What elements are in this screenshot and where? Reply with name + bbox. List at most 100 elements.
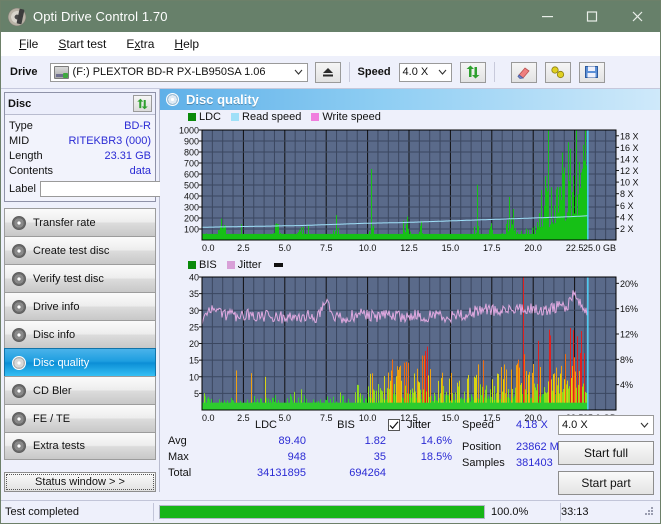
menu-extra[interactable]: Extra: [116, 35, 164, 53]
svg-text:6 X: 6 X: [620, 201, 634, 211]
sidebar-item-fe-te[interactable]: FE / TE: [4, 404, 156, 432]
disc-icon: [12, 216, 26, 230]
speed-select[interactable]: 4.0 X: [399, 63, 452, 82]
svg-text:8 X: 8 X: [620, 189, 634, 199]
sidebar-item-drive-info[interactable]: Drive info: [4, 292, 156, 320]
jitter-checkbox[interactable]: [388, 419, 400, 431]
disc-icon: [12, 384, 26, 398]
results-avg-ldc: 89.40: [226, 435, 306, 447]
svg-text:20.0: 20.0: [524, 243, 542, 253]
minimize-button[interactable]: [525, 1, 570, 32]
results-table: LDC BIS Avg 89.40 1.82 Max 948 35 Tota: [168, 417, 386, 481]
resize-grip[interactable]: [643, 505, 657, 519]
results-row-key: Max: [168, 451, 226, 463]
menu-start-test[interactable]: Start test: [48, 35, 116, 53]
results-total-ldc: 34131895: [226, 467, 306, 479]
legend-ldc: LDC: [188, 111, 221, 123]
tools-button[interactable]: [545, 62, 571, 83]
disc-icon: [12, 412, 26, 426]
disc-row-mid: MID RITEKBR3 (000): [9, 133, 151, 148]
status-window-button[interactable]: Status window > >: [4, 472, 156, 492]
start-part-button[interactable]: Start part: [558, 471, 654, 495]
legend-read-speed: Read speed: [231, 111, 301, 123]
disc-icon: [12, 356, 26, 370]
chevron-down-icon: [434, 69, 451, 75]
svg-text:0.0: 0.0: [202, 243, 215, 253]
svg-text:10.0: 10.0: [359, 243, 377, 253]
legend-bis: BIS: [188, 259, 217, 271]
disc-refresh-button[interactable]: [133, 95, 152, 112]
disc-icon: [12, 439, 26, 453]
disc-header-label: Disc: [8, 98, 133, 110]
disc-info-header: Disc: [5, 93, 155, 115]
sidebar-item-extra-tests[interactable]: Extra tests: [4, 432, 156, 460]
left-sidebar: Disc Type BD-R MID RITE: [1, 89, 160, 492]
maximize-button[interactable]: [570, 1, 615, 32]
results-row-avg: Avg 89.40 1.82: [168, 433, 386, 449]
disc-info-rows: Type BD-R MID RITEKBR3 (000) Length 23.3…: [5, 115, 155, 201]
svg-text:25.0 GB: 25.0 GB: [583, 243, 616, 253]
result-speed-value: 4.0 X: [562, 419, 588, 431]
sidebar-label: Drive info: [33, 301, 79, 313]
svg-text:8%: 8%: [620, 355, 633, 365]
chevron-down-icon: [290, 69, 307, 75]
page-title: Disc quality: [186, 92, 259, 107]
save-button[interactable]: [579, 62, 605, 83]
scan-speed-value: 4.18 X: [516, 419, 548, 431]
disc-contents-value: data: [130, 165, 151, 177]
start-full-button[interactable]: Start full: [558, 441, 654, 465]
scan-position-key: Position: [462, 441, 516, 453]
sidebar-label: Transfer rate: [33, 217, 96, 229]
svg-text:4 X: 4 X: [620, 212, 634, 222]
chart-ldc[interactable]: 10020030040050060070080090010002 X4 X6 X…: [160, 124, 660, 256]
sidebar-item-verify-test-disc[interactable]: Verify test disc: [4, 264, 156, 292]
results-row-key: Avg: [168, 435, 226, 447]
sidebar-item-transfer-rate[interactable]: Transfer rate: [4, 208, 156, 236]
sidebar-label: Disc quality: [33, 357, 89, 369]
nav-list: Transfer rate Create test disc Verify te…: [4, 208, 156, 460]
svg-text:14 X: 14 X: [620, 154, 639, 164]
svg-text:15.0: 15.0: [442, 243, 460, 253]
svg-text:16 X: 16 X: [620, 143, 639, 153]
disc-row-type: Type BD-R: [9, 118, 151, 133]
disc-label-key: Label: [9, 183, 36, 195]
results-col-bis: BIS: [306, 419, 386, 431]
menu-help[interactable]: Help: [164, 35, 209, 53]
sidebar-item-disc-info[interactable]: Disc info: [4, 320, 156, 348]
chart-bis-jitter[interactable]: 5101520253035404%8%12%16%20%0.02.55.07.5…: [160, 271, 660, 426]
jitter-max-value: 18.5%: [388, 449, 452, 465]
svg-text:7.5: 7.5: [320, 243, 333, 253]
svg-text:500: 500: [184, 181, 199, 191]
drive-select[interactable]: (F:) PLEXTOR BD-R PX-LB950SA 1.06: [50, 63, 308, 82]
menu-file[interactable]: File: [9, 35, 48, 53]
svg-text:400: 400: [184, 192, 199, 202]
ldc-chart-svg: 10020030040050060070080090010002 X4 X6 X…: [160, 124, 660, 256]
legend-swatch-jitter: [227, 261, 235, 269]
svg-text:300: 300: [184, 203, 199, 213]
erase-button[interactable]: [511, 62, 537, 83]
drive-label: Drive: [10, 66, 38, 78]
disc-type-value: BD-R: [124, 120, 151, 132]
sidebar-item-cd-bler[interactable]: CD Bler: [4, 376, 156, 404]
legend-top-chart: LDC Read speed Write speed: [160, 110, 660, 124]
status-text: Test completed: [1, 502, 153, 522]
scan-samples-key: Samples: [462, 457, 516, 469]
svg-text:5: 5: [194, 389, 199, 399]
scan-speed-key: Speed: [462, 419, 516, 431]
toolbar-divider-2: [494, 62, 495, 82]
close-button[interactable]: [615, 1, 660, 32]
result-speed-select[interactable]: 4.0 X: [558, 415, 654, 435]
sidebar-item-disc-quality[interactable]: Disc quality: [4, 348, 156, 376]
legend-jitter: Jitter: [227, 259, 262, 271]
eject-button[interactable]: [315, 62, 341, 83]
toolbar-divider: [349, 62, 350, 82]
svg-text:800: 800: [184, 148, 199, 158]
disc-icon: [12, 244, 26, 258]
svg-text:4%: 4%: [620, 380, 633, 390]
disc-contents-key: Contents: [9, 165, 53, 177]
results-summary: LDC BIS Avg 89.40 1.82 Max 948 35 Tota: [160, 415, 660, 491]
sidebar-item-create-test-disc[interactable]: Create test disc: [4, 236, 156, 264]
sidebar-label: Extra tests: [33, 440, 85, 452]
disc-icon: [12, 328, 26, 342]
refresh-button[interactable]: [460, 62, 486, 83]
